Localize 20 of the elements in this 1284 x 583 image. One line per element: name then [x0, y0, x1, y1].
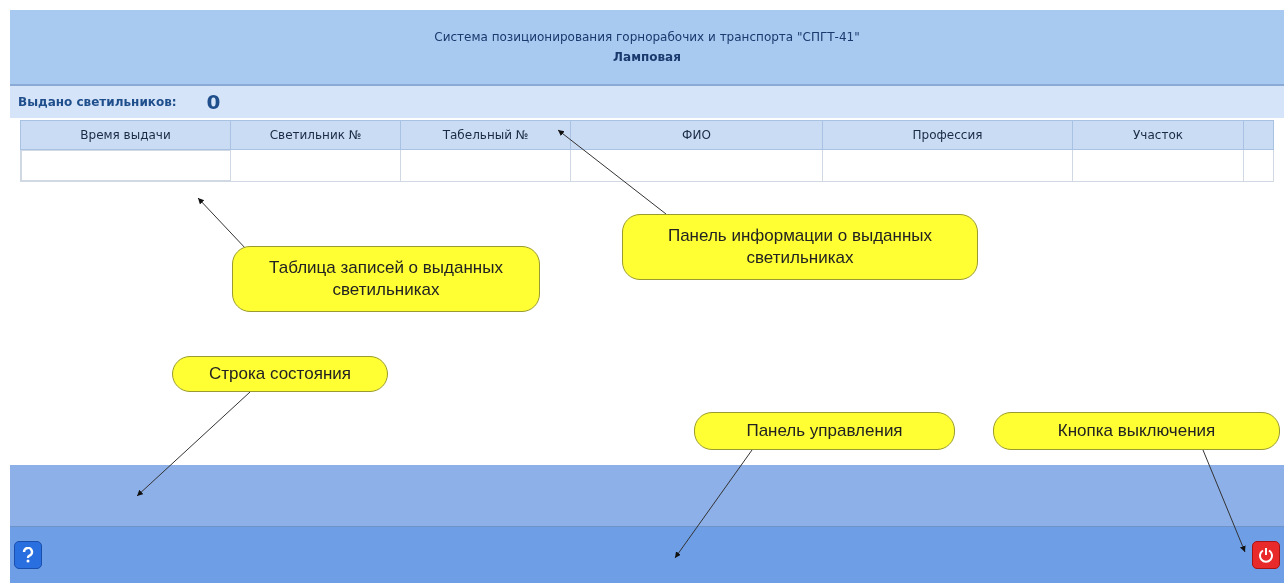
- power-button[interactable]: [1252, 541, 1280, 569]
- help-button[interactable]: [14, 541, 42, 569]
- column-header[interactable]: Время выдачи: [21, 121, 231, 149]
- column-header[interactable]: Табельный №: [401, 121, 571, 149]
- callout: Таблица записей о выданных светильниках: [232, 246, 540, 312]
- section-title: Ламповая: [613, 49, 681, 66]
- column-header[interactable]: ФИО: [571, 121, 823, 149]
- column-header[interactable]: Участок: [1073, 121, 1244, 149]
- callout: Панель информации о выданных светильниках: [622, 214, 978, 280]
- system-title: Система позиционирования горнорабочих и транспорта "СПГТ-41": [434, 29, 860, 46]
- issued-label: Выдано светильников:: [18, 94, 177, 111]
- issued-count: 0: [206, 89, 221, 116]
- callout: Панель управления: [694, 412, 955, 450]
- callout: Строка состояния: [172, 356, 388, 392]
- column-header[interactable]: Профессия: [823, 121, 1073, 149]
- column-header[interactable]: Светильник №: [231, 121, 401, 149]
- question-icon: [22, 547, 34, 563]
- table-cell[interactable]: [21, 150, 231, 181]
- power-icon: [1258, 547, 1274, 563]
- callout: Кнопка выключения: [993, 412, 1280, 450]
